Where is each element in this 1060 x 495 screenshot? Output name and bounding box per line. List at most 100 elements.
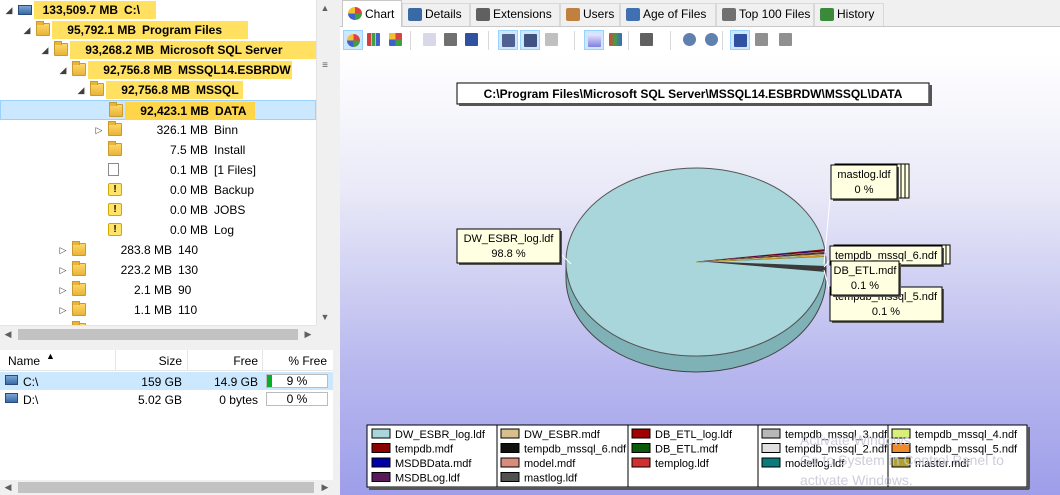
legend-swatch bbox=[500, 457, 520, 468]
tab-users[interactable]: Users bbox=[560, 3, 620, 26]
folder-icon bbox=[72, 301, 86, 316]
color-scheme-button[interactable] bbox=[606, 30, 626, 50]
col-pct-free-header[interactable]: % Free bbox=[265, 354, 327, 368]
drive-row[interactable]: C:\ 159 GB 14.9 GB 9 % bbox=[0, 372, 333, 390]
zoom-out-button[interactable] bbox=[702, 30, 722, 50]
folder-size: 0.0 MB bbox=[169, 183, 208, 197]
col-free-header[interactable]: Free bbox=[190, 354, 258, 368]
tree-row[interactable]: ◢ 92,756.8 MB MSSQL14.ESBRDW bbox=[0, 60, 316, 80]
list-button[interactable] bbox=[730, 30, 750, 50]
scroll-left-icon[interactable]: ◀ bbox=[0, 326, 16, 343]
toolbar-separator bbox=[628, 31, 629, 50]
folder-icon bbox=[108, 141, 122, 156]
folder-size: 223.2 MB bbox=[120, 263, 172, 277]
expand-arrow-icon[interactable]: ▷ bbox=[58, 244, 68, 256]
tab-history[interactable]: History bbox=[814, 3, 884, 26]
users-icon bbox=[779, 33, 792, 46]
save-button[interactable] bbox=[462, 30, 482, 50]
collapse-arrow-icon[interactable]: ◢ bbox=[4, 4, 14, 16]
chart-title-shadow bbox=[929, 85, 932, 106]
print-button[interactable] bbox=[441, 30, 461, 50]
col-separator[interactable] bbox=[262, 350, 263, 370]
scrollbar-thumb[interactable] bbox=[18, 482, 314, 493]
drive-icon bbox=[18, 5, 32, 15]
drives-horizontal-scrollbar[interactable]: ◀ ▶ bbox=[0, 480, 333, 495]
vertical-splitter[interactable] bbox=[333, 0, 340, 495]
tree-row[interactable]: ◢ 133,509.7 MB C:\ bbox=[0, 0, 316, 20]
pie-chart-icon bbox=[347, 34, 360, 47]
collapse-arrow-icon[interactable]: ◢ bbox=[40, 44, 50, 56]
bar-chart-button[interactable] bbox=[364, 30, 384, 50]
collapse-arrow-icon[interactable]: ◢ bbox=[22, 24, 32, 36]
background-color-button[interactable] bbox=[637, 30, 657, 50]
treemap-button[interactable] bbox=[386, 30, 406, 50]
scrollbar-thumb[interactable] bbox=[18, 329, 298, 340]
tree-row[interactable]: ▷ 326.1 MB Binn bbox=[0, 120, 316, 140]
tab-extensions[interactable]: Extensions bbox=[470, 3, 560, 26]
grid-button[interactable] bbox=[542, 30, 562, 50]
drive-row[interactable]: D:\ 5.02 GB 0 bytes 0 % bbox=[0, 390, 333, 408]
col-size-header[interactable]: Size bbox=[116, 354, 182, 368]
collapse-arrow-icon[interactable]: ◢ bbox=[76, 84, 86, 96]
expand-arrow-icon[interactable]: ▷ bbox=[94, 124, 104, 136]
tab-top-100-files[interactable]: Top 100 Files bbox=[716, 3, 814, 26]
folder-tree[interactable]: ◢ 133,509.7 MB C:\ ◢ 95,792.1 MB Program File… bbox=[0, 0, 316, 343]
pie-chart-button[interactable] bbox=[343, 30, 363, 50]
tree-row[interactable]: ▷ 223.2 MB 130 bbox=[0, 260, 316, 280]
col-name-header[interactable]: Name bbox=[8, 354, 40, 368]
top100-icon bbox=[722, 8, 736, 21]
folder-name: Program Files bbox=[142, 23, 223, 37]
scroll-up-icon[interactable]: ▲ bbox=[317, 0, 333, 16]
folder-name: DATA bbox=[215, 104, 247, 118]
legend-label: DW_ESBR.mdf bbox=[524, 429, 601, 441]
tree-row[interactable]: ▷ 2.1 MB 90 bbox=[0, 280, 316, 300]
text-export-button[interactable] bbox=[752, 30, 772, 50]
treemap-icon bbox=[389, 33, 402, 46]
tab-details[interactable]: Details bbox=[402, 3, 470, 26]
folder-icon bbox=[109, 102, 123, 117]
collapse-arrow-icon[interactable]: ◢ bbox=[58, 64, 68, 76]
folder-name: C:\ bbox=[124, 3, 140, 17]
col-separator[interactable] bbox=[187, 350, 188, 370]
folder-size: 95,792.1 MB bbox=[67, 23, 136, 37]
pane-splitter[interactable] bbox=[0, 343, 333, 350]
tree-row[interactable]: ! 0.0 MB Log bbox=[0, 220, 316, 240]
3d-button[interactable] bbox=[498, 30, 518, 50]
tree-row[interactable]: 7.5 MB Install bbox=[0, 140, 316, 160]
folder-icon bbox=[72, 281, 86, 296]
scroll-left-icon[interactable]: ◀ bbox=[0, 480, 16, 495]
gradient-button[interactable] bbox=[584, 30, 604, 50]
tree-row[interactable]: ▷ 1.1 MB 110 bbox=[0, 300, 316, 320]
legend-button[interactable] bbox=[520, 30, 540, 50]
scroll-right-icon[interactable]: ▶ bbox=[317, 480, 333, 495]
tree-horizontal-scrollbar[interactable]: ◀ ▶ bbox=[0, 325, 316, 343]
tree-row[interactable]: ▷ 283.8 MB 140 bbox=[0, 240, 316, 260]
tab-age-of-files[interactable]: Age of Files bbox=[620, 3, 716, 26]
activation-watermark: Activate Windows Go to System in Control… bbox=[800, 430, 1004, 490]
tab-chart[interactable]: Chart bbox=[342, 0, 402, 28]
callout-name: DB_ETL.mdf bbox=[834, 265, 898, 277]
zoom-in-icon bbox=[683, 33, 696, 46]
tree-row[interactable]: 0.1 MB [1 Files] bbox=[0, 160, 316, 180]
copy-button[interactable] bbox=[420, 30, 440, 50]
tree-row[interactable]: ◢ 92,756.8 MB MSSQL bbox=[0, 80, 316, 100]
tree-vertical-scrollbar[interactable]: ▲ ≡ ▼ bbox=[316, 0, 333, 343]
free-space-bar: 0 % bbox=[266, 392, 328, 406]
folder-size: 0.1 MB bbox=[169, 163, 208, 177]
tree-row[interactable]: ◢ 95,792.1 MB Program Files bbox=[0, 20, 316, 40]
drive-name: C:\ bbox=[23, 375, 39, 389]
users-button[interactable] bbox=[776, 30, 796, 50]
tree-row[interactable]: ◢ 93,268.2 MB Microsoft SQL Server bbox=[0, 40, 316, 60]
scroll-right-icon[interactable]: ▶ bbox=[300, 326, 316, 343]
expand-arrow-icon[interactable]: ▷ bbox=[58, 284, 68, 296]
scroll-grip-icon: ≡ bbox=[322, 60, 328, 71]
expand-arrow-icon[interactable]: ▷ bbox=[58, 264, 68, 276]
tree-row[interactable]: 92,423.1 MB DATA bbox=[0, 100, 316, 120]
zoom-in-button[interactable] bbox=[680, 30, 700, 50]
expand-arrow-icon[interactable]: ▷ bbox=[58, 304, 68, 316]
callout-name: mastlog.ldf bbox=[837, 169, 891, 181]
folder-size: 92,423.1 MB bbox=[140, 104, 209, 118]
tree-row[interactable]: ! 0.0 MB Backup bbox=[0, 180, 316, 200]
tree-row[interactable]: ! 0.0 MB JOBS bbox=[0, 200, 316, 220]
scroll-down-icon[interactable]: ▼ bbox=[317, 309, 333, 325]
